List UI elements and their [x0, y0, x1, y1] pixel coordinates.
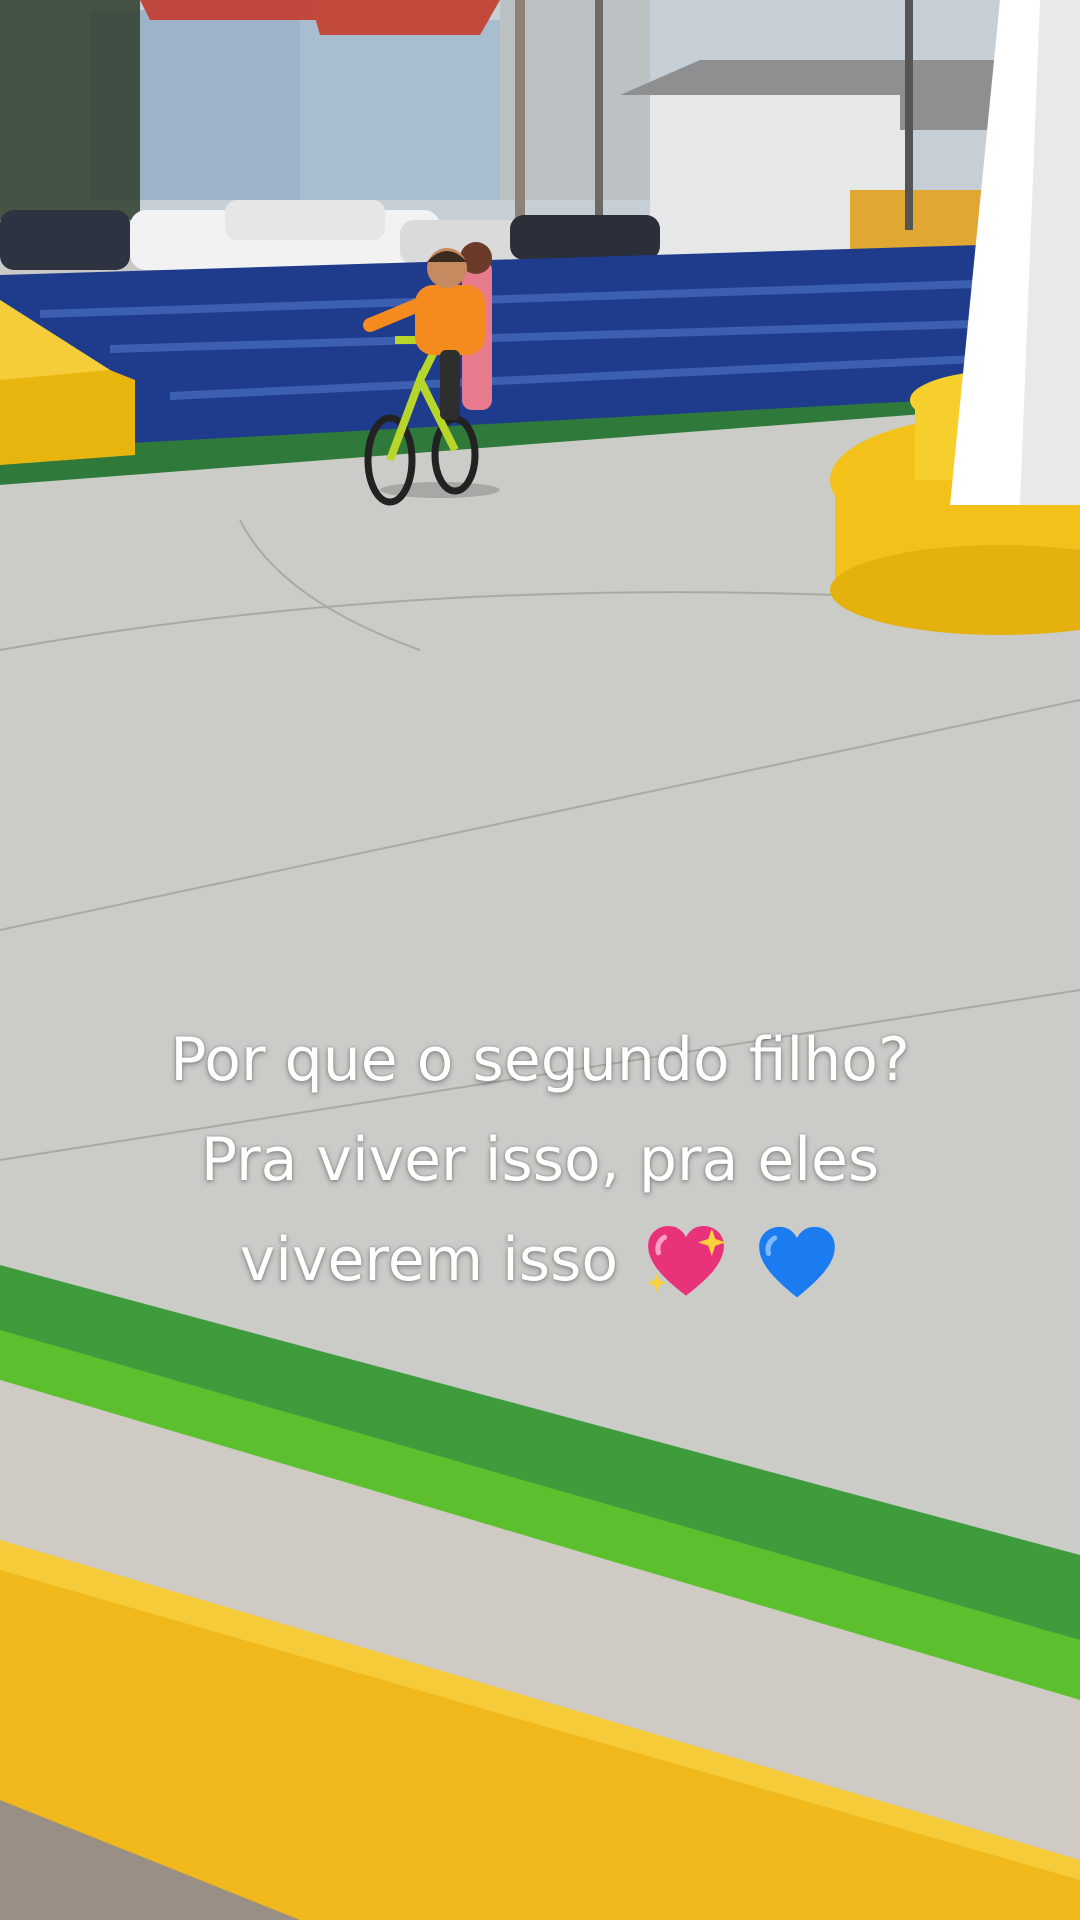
caption-line-3: viverem isso [0, 1210, 1080, 1310]
sparkling-heart-icon [647, 1226, 726, 1297]
caption-line-2: Pra viver isso, pra eles [200, 1125, 880, 1195]
caption-line-3-text: viverem isso [239, 1225, 619, 1295]
blue-heart-icon [759, 1227, 836, 1298]
caption-line-1: Por que o segundo filho? [170, 1025, 910, 1095]
photo-scene [0, 0, 1080, 1920]
caption-overlay: Por que o segundo filho? Pra viver isso,… [0, 1010, 1080, 1310]
